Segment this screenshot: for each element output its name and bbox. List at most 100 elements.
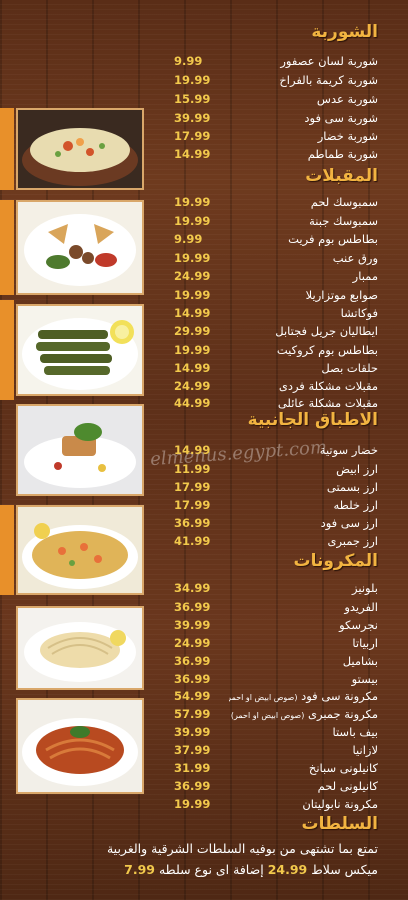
item-name: مكرونة جمبرى (صوص ابيض او احمر) [229, 707, 378, 721]
mix-salad-label: ميكس سلاط [311, 862, 378, 877]
item-price: 37.99 [174, 742, 211, 757]
menu-item: 19.99 ورق عنب [150, 249, 378, 266]
section-title-pasta: المكرونات [293, 551, 379, 571]
item-name: خضار سوتية [319, 442, 378, 457]
item-name: ارز سى فود [320, 515, 378, 530]
salads-buffet-line: تمتع بما تشتهى من بوفيه السلطات الشرقية … [106, 841, 378, 856]
item-name: ممبار [352, 268, 378, 283]
item-price: 14.99 [174, 305, 211, 320]
item-price: 34.99 [174, 580, 211, 595]
salads-price-line: ميكس سلاط 24.99 إضافة اى نوع سلطه 7.99 [10, 862, 378, 877]
menu-item: 36.99 بيستو [150, 670, 378, 687]
menu-item: 14.99 فوكاتشا [150, 304, 378, 321]
item-name: لازانيا [352, 742, 378, 757]
item-name: مكرونة سى فود (صوص ابيض او احمر) [229, 689, 378, 703]
item-name: اربياتا [352, 635, 378, 650]
extra-salad-price: 7.99 [124, 862, 155, 877]
item-name-text: مكرونة سى فود [301, 688, 378, 703]
menu-item: 9.99 شوربة لسان عصفور [150, 52, 378, 69]
item-price: 9.99 [174, 231, 203, 246]
item-name: كانيلونى سبانخ [308, 760, 378, 775]
menu-item: 15.99 شوربة عدس [150, 90, 378, 107]
item-price: 9.99 [174, 53, 203, 68]
item-name: سمبوسك جبنة [309, 213, 378, 228]
menu-item: 17.99 ارز بسمتى [150, 478, 378, 495]
menu-item: 19.99 مكرونة نابوليتان [150, 795, 378, 812]
menu-item: 57.99 مكرونة جمبرى (صوص ابيض او احمر) [150, 705, 378, 722]
menu-item: 39.99 شوربة سى فود [150, 109, 378, 126]
item-price: 36.99 [174, 653, 211, 668]
item-price: 36.99 [174, 778, 211, 793]
item-price: 39.99 [174, 724, 211, 739]
menu-item: 19.99 سمبوسك لحم [150, 193, 378, 210]
menu-item: 41.99 ارز جمبرى [150, 532, 378, 549]
pasta-white-photo [16, 606, 144, 690]
item-name: ارز ابيض [336, 461, 378, 476]
item-price: 39.99 [174, 617, 211, 632]
item-name: شوربة لسان عصفور [280, 53, 378, 68]
menu-item: 14.99 شوربة طماطم [150, 145, 378, 162]
item-price: 57.99 [174, 706, 211, 721]
menu-item: 19.99 شوربة كريمة بالفراخ [150, 71, 378, 88]
item-price: 36.99 [174, 599, 211, 614]
item-name: شوربة كريمة بالفراخ [279, 72, 378, 87]
menu-item: 14.99 خضار سوتية [150, 441, 378, 458]
item-price: 44.99 [174, 395, 211, 410]
menu-item: 36.99 بشاميل [150, 652, 378, 669]
section-title-side-dishes: الاطباق الجانبية [247, 410, 378, 430]
item-name: بيف باستا [332, 724, 378, 739]
item-price: 36.99 [174, 515, 211, 530]
soup-photo [16, 108, 144, 190]
item-name: شوربة خضار [317, 128, 378, 143]
item-price: 24.99 [174, 268, 211, 283]
item-price: 14.99 [174, 360, 211, 375]
menu-item: 36.99 كانيلونى لحم [150, 777, 378, 794]
pasta-red-photo [16, 698, 144, 794]
menu-item: 36.99 ارز سى فود [150, 514, 378, 531]
menu-item: 54.99 مكرونة سى فود (صوص ابيض او احمر) [150, 687, 378, 704]
item-price: 14.99 [174, 146, 211, 161]
item-price: 17.99 [174, 479, 211, 494]
mix-salad-price: 24.99 [267, 862, 308, 877]
item-name: مقبلات مشكلة فردى [278, 378, 378, 393]
menu-item: 31.99 كانيلونى سبانخ [150, 759, 378, 776]
menu-item: 24.99 مقبلات مشكلة فردى [150, 377, 378, 394]
item-price: 19.99 [174, 250, 211, 265]
item-name: شوربة سى فود [304, 110, 378, 125]
side-dish-photo [16, 404, 144, 496]
item-price: 17.99 [174, 128, 211, 143]
item-price: 17.99 [174, 497, 211, 512]
section-title-salads: السلطات [301, 814, 378, 834]
section-title-soup: الشوربة [311, 22, 378, 42]
menu-item: 37.99 لازانيا [150, 741, 378, 758]
item-name: نجرسكو [339, 617, 378, 632]
extra-salad-label: إضافة اى نوع سلطه [158, 862, 264, 877]
item-name: مقبلات مشكلة عائلى [277, 395, 378, 410]
item-price: 19.99 [174, 194, 211, 209]
item-price: 24.99 [174, 378, 211, 393]
menu-item: 39.99 بيف باستا [150, 723, 378, 740]
menu-item: 14.99 حلقات بصل [150, 359, 378, 376]
item-price: 54.99 [174, 688, 211, 703]
item-name: حلقات بصل [321, 360, 378, 375]
menu-item: 24.99 ممبار [150, 267, 378, 284]
menu-item: 34.99 بلونيز [150, 579, 378, 596]
menu-item: 44.99 مقبلات مشكلة عائلى [150, 394, 378, 411]
appetizers-photo [16, 200, 144, 295]
item-name: بلونيز [352, 580, 378, 595]
item-price: 15.99 [174, 91, 211, 106]
item-price: 19.99 [174, 796, 211, 811]
item-name: ارز بسمتى [326, 479, 378, 494]
menu-item: 29.99 ايطاليان جريل فجتابل [150, 322, 378, 339]
menu-item: 11.99 ارز ابيض [150, 460, 378, 477]
rice-photo [16, 505, 144, 595]
item-price: 19.99 [174, 72, 211, 87]
item-name: بشاميل [342, 653, 378, 668]
item-name: مكرونة نابوليتان [302, 796, 378, 811]
item-name: الفريدو [344, 599, 378, 614]
item-name: شوربة عدس [316, 91, 378, 106]
item-price: 31.99 [174, 760, 211, 775]
item-name: بطاطس بوم فريت [288, 231, 378, 246]
item-name: ورق عنب [332, 250, 378, 265]
vine-leaves-photo [16, 304, 144, 396]
